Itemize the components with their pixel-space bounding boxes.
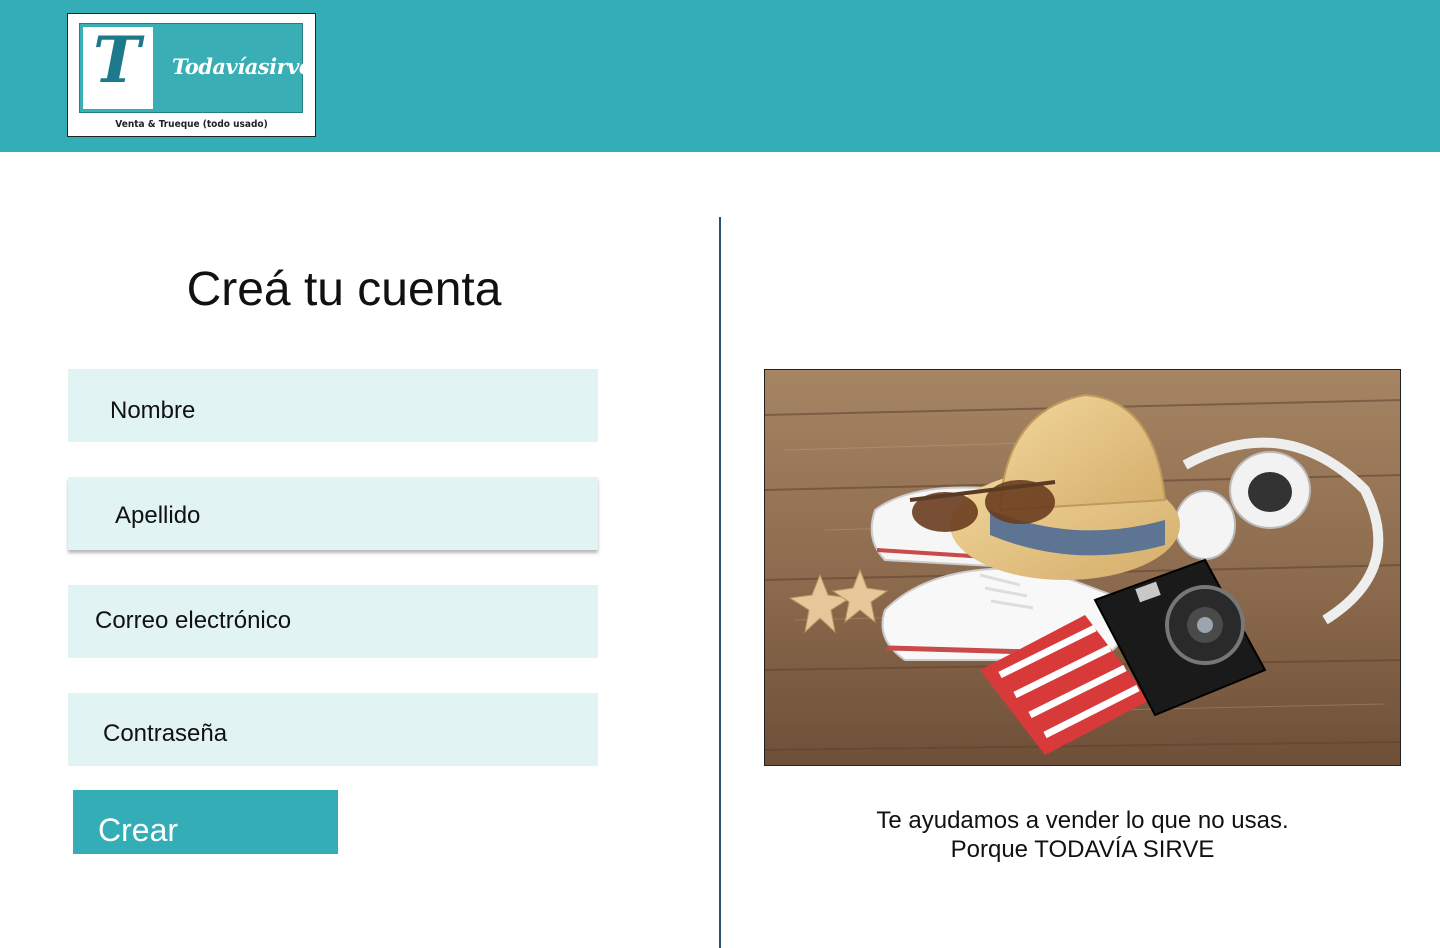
last-name-input[interactable] <box>68 477 598 550</box>
promo-caption: Te ayudamos a vender lo que no usas. Por… <box>764 806 1401 864</box>
logo-letter: T <box>93 23 141 98</box>
caption-line-2: Porque TODAVÍA SIRVE <box>950 836 1215 863</box>
vertical-divider <box>719 217 721 948</box>
logo-tagline: Venta & Trueque (todo usado) <box>115 119 268 130</box>
create-account-button[interactable]: Crear <box>73 790 338 854</box>
caption-line-1: Te ayudamos a vender lo que no usas. <box>876 807 1289 834</box>
page-title: Creá tu cuenta <box>186 263 502 316</box>
logo-wordmark: Todavíasirve <box>172 54 312 79</box>
password-input[interactable] <box>68 693 598 766</box>
travel-items-image <box>764 369 1401 766</box>
logo-letter-box: T <box>80 24 156 112</box>
brand-logo[interactable]: T Todavíasirve Venta & Trueque (todo usa… <box>67 13 316 137</box>
top-header: T Todavíasirve Venta & Trueque (todo usa… <box>0 0 1440 152</box>
email-input[interactable] <box>68 585 598 658</box>
first-name-input[interactable] <box>68 369 598 442</box>
logo-banner: T Todavíasirve <box>79 23 312 113</box>
